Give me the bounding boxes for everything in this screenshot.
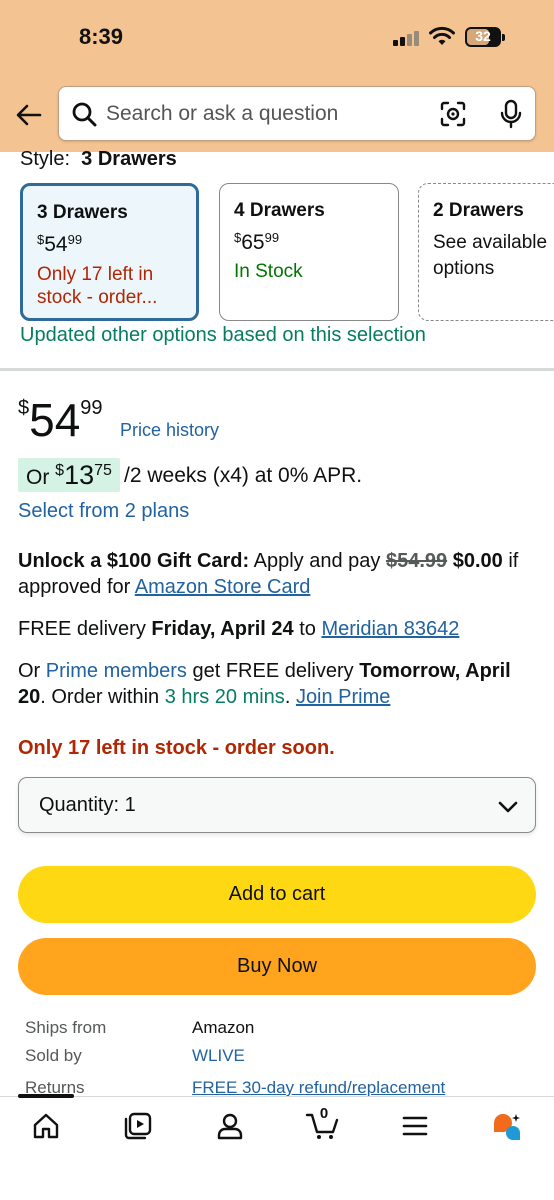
home-icon[interactable] — [31, 1111, 61, 1141]
option-name: 2 Drawers — [433, 200, 524, 221]
prime-order-within: . Order within — [40, 686, 160, 708]
rufus-assistant-icon[interactable] — [492, 1111, 522, 1141]
gift-card-offer: Unlock a $100 Gift Card: Apply and pay $… — [18, 548, 538, 600]
cart-count: 0 — [319, 1105, 329, 1122]
gift-card-text: Apply and pay — [253, 550, 381, 572]
quantity-label: Quantity: 1 — [39, 794, 136, 816]
product-price: $5499 — [18, 393, 103, 447]
battery-icon: 32 — [465, 27, 505, 47]
bottom-nav: 0 — [0, 1094, 554, 1200]
seller-value: Amazon — [192, 1018, 255, 1037]
style-selected-value: 3 Drawers — [81, 148, 177, 170]
gift-card-title: Unlock a $100 Gift Card: — [18, 550, 250, 572]
gift-card-old-price: $54.99 — [385, 550, 448, 572]
search-bar[interactable] — [58, 86, 536, 141]
chevron-down-icon — [498, 801, 518, 813]
option-status: See available options — [433, 232, 548, 279]
prime-text: get FREE delivery — [192, 660, 354, 682]
style-label: Style: 3 Drawers — [20, 148, 177, 171]
search-input[interactable] — [106, 97, 426, 131]
seller-key: Sold by — [25, 1046, 82, 1065]
option-price: $5499 — [37, 232, 83, 256]
video-icon[interactable] — [123, 1111, 153, 1141]
delivery-to: to — [299, 618, 316, 640]
seller-row: Sold by WLIVE — [25, 1046, 545, 1070]
option-name: 4 Drawers — [234, 200, 325, 221]
installment-prefix: Or — [26, 466, 50, 489]
option-price: $6599 — [234, 230, 280, 254]
search-icon — [72, 102, 97, 127]
price-whole: 54 — [29, 394, 81, 446]
delivery-prefix: FREE delivery — [18, 618, 146, 640]
store-card-link[interactable]: Amazon Store Card — [135, 576, 311, 598]
option-status: In Stock — [234, 261, 303, 282]
style-option-2-drawers[interactable]: 2 Drawers See available options — [418, 183, 554, 321]
prime-delivery-info: Or Prime members get FREE delivery Tomor… — [18, 658, 538, 710]
installment-symbol: $ — [55, 462, 65, 479]
status-bar: 8:39 32 — [0, 0, 554, 70]
camera-scan-icon[interactable] — [439, 100, 467, 128]
prime-dot: . — [284, 686, 291, 708]
prime-countdown: 3 hrs 20 mins — [164, 686, 285, 708]
installment-terms: /2 weeks (x4) at 0% APR. — [124, 464, 363, 487]
seller-key: Ships from — [25, 1018, 107, 1037]
installment-fraction: 75 — [94, 462, 112, 479]
delivery-info: FREE delivery Friday, April 24 to Meridi… — [18, 618, 459, 641]
status-time: 8:39 — [79, 24, 124, 49]
account-icon[interactable] — [215, 1111, 245, 1141]
option-status: Only 17 left in stock - order... — [37, 264, 158, 308]
gift-card-new-price: $0.00 — [452, 550, 503, 572]
seller-name-link[interactable]: WLIVE — [192, 1046, 245, 1066]
app-header: 8:39 32 — [0, 0, 554, 152]
installment-badge: Or $1375 — [18, 458, 120, 492]
stock-warning: Only 17 left in stock - order soon. — [18, 737, 335, 759]
updated-options-note: Updated other options based on this sele… — [20, 324, 426, 346]
add-to-cart-button[interactable]: Add to cart — [18, 866, 536, 923]
join-prime-link[interactable]: Join Prime — [296, 686, 390, 708]
quantity-dropdown[interactable]: Quantity: 1 — [18, 777, 536, 833]
select-plans-link[interactable]: Select from 2 plans — [18, 500, 189, 523]
price-history-link[interactable]: Price history — [120, 420, 219, 441]
microphone-icon[interactable] — [497, 99, 525, 129]
delivery-date: Friday, April 24 — [151, 618, 294, 640]
back-arrow-icon[interactable] — [14, 100, 44, 130]
prime-prefix: Or — [18, 660, 41, 682]
battery-level: 32 — [475, 28, 491, 44]
wifi-icon — [429, 26, 455, 45]
style-label-key: Style: — [20, 148, 71, 170]
delivery-location-link[interactable]: Meridian 83642 — [321, 618, 459, 640]
menu-icon[interactable] — [400, 1111, 430, 1141]
buy-now-button[interactable]: Buy Now — [18, 938, 536, 995]
cellular-signal-icon — [393, 30, 423, 46]
option-name: 3 Drawers — [37, 202, 128, 223]
price-fraction: 99 — [80, 397, 103, 419]
active-tab-indicator — [18, 1094, 74, 1098]
price-symbol: $ — [18, 397, 30, 419]
style-option-3-drawers[interactable]: 3 Drawers $5499 Only 17 left in stock - … — [20, 183, 199, 321]
cart-icon[interactable]: 0 — [305, 1105, 341, 1141]
installment-whole: 13 — [64, 460, 95, 490]
section-divider — [0, 368, 554, 371]
prime-members-link[interactable]: Prime members — [46, 660, 187, 682]
seller-row: Ships from Amazon — [25, 1018, 545, 1042]
returns-link[interactable]: FREE 30-day refund/replacement — [192, 1078, 445, 1098]
style-option-4-drawers[interactable]: 4 Drawers $6599 In Stock — [219, 183, 399, 321]
